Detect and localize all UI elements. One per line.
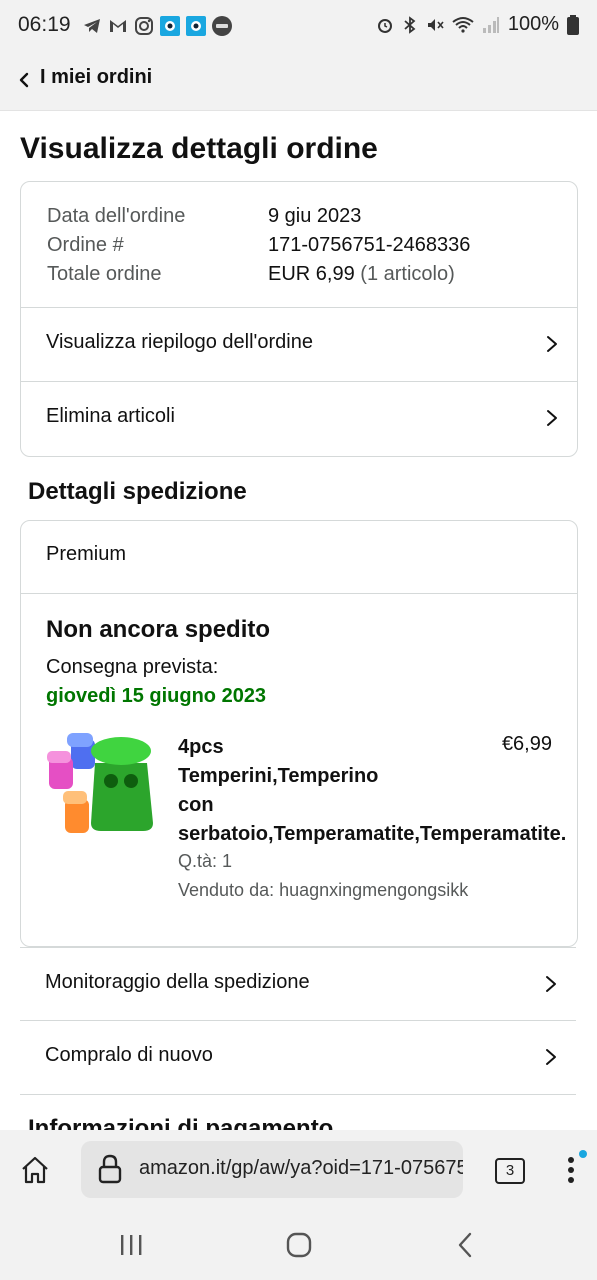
order-number-label: Ordine #	[47, 234, 124, 256]
wifi-icon	[452, 16, 474, 33]
status-time: 06:19	[18, 13, 71, 36]
product-image[interactable]	[45, 729, 157, 839]
address-bar[interactable]: amazon.it/gp/aw/ya?oid=171-0756751	[81, 1141, 463, 1198]
browser-toolbar: amazon.it/gp/aw/ya?oid=171-0756751 3	[0, 1130, 597, 1280]
delete-items-label: Elimina articoli	[46, 405, 175, 427]
buy-again-link[interactable]: Compralo di nuovo	[20, 1020, 576, 1094]
more-icon[interactable]	[558, 1148, 588, 1188]
alarm-icon	[377, 18, 392, 33]
url-text: amazon.it/gp/aw/ya?oid=171-0756751	[139, 1157, 463, 1179]
system-icons: 100%	[376, 13, 579, 36]
order-total-amount: EUR 6,99	[268, 263, 355, 285]
instagram-icon	[135, 17, 153, 35]
pencil-sharpener-image	[47, 733, 153, 833]
wear-icon	[212, 16, 232, 36]
premium-label: Premium	[46, 543, 127, 565]
home-icon[interactable]	[20, 1155, 50, 1185]
mute-icon	[427, 18, 444, 31]
product-seller: Venduto da: huagnxingmengongsikk	[178, 880, 469, 900]
lock-icon	[98, 1154, 122, 1184]
bluetooth-icon	[404, 15, 416, 34]
app-icon	[160, 16, 180, 36]
order-date-label: Data dell'ordine	[47, 205, 186, 227]
back-link[interactable]: I miei ordini	[40, 66, 152, 89]
home-nav-icon[interactable]	[284, 1230, 314, 1260]
product-title-line: con	[178, 794, 214, 816]
view-order-summary-link[interactable]: Visualizza riepilogo dell'ordine	[21, 307, 577, 381]
delivery-label: Consegna prevista:	[46, 656, 219, 678]
delete-items-link[interactable]: Elimina articoli	[21, 381, 577, 455]
product-quantity: Q.tà: 1	[178, 851, 233, 871]
view-order-summary-label: Visualizza riepilogo dell'ordine	[46, 331, 313, 353]
notification-icons	[82, 14, 232, 38]
shipment-card: Premium Non ancora spedito Consegna prev…	[20, 520, 578, 947]
chevron-right-icon	[546, 976, 556, 992]
delivery-date: giovedì 15 giugno 2023	[46, 685, 267, 707]
battery-icon	[567, 14, 579, 35]
shipping-section-title: Dettagli spedizione	[28, 478, 247, 505]
order-summary-card: Data dell'ordine 9 giu 2023 Ordine # 171…	[20, 181, 578, 457]
signal-icon	[482, 16, 499, 33]
order-total-label: Totale ordine	[47, 263, 162, 285]
product-price: €6,99	[501, 733, 552, 755]
gmail-icon	[110, 20, 126, 32]
track-package-label: Monitoraggio della spedizione	[45, 971, 310, 993]
buy-again-label: Compralo di nuovo	[45, 1044, 213, 1066]
nav-header: I miei ordini	[0, 52, 597, 111]
shipment-status: Non ancora spedito	[46, 616, 271, 643]
order-total-value: EUR 6,99 (1 articolo)	[268, 263, 455, 286]
recent-apps-icon[interactable]	[117, 1232, 147, 1258]
chevron-right-icon	[546, 1049, 556, 1065]
order-date-value: 9 giu 2023	[268, 205, 362, 227]
order-number-value: 171-0756751-2468336	[268, 234, 471, 256]
tab-switcher-button[interactable]: 3	[495, 1158, 525, 1184]
chevron-right-icon	[547, 410, 557, 426]
app-icon	[186, 16, 206, 36]
shipment-divider	[21, 593, 577, 594]
order-item-count: (1 articolo)	[360, 263, 455, 285]
battery-percent: 100%	[507, 13, 559, 35]
back-nav-icon[interactable]	[452, 1230, 482, 1260]
payment-divider	[20, 1094, 576, 1095]
chevron-right-icon	[547, 336, 557, 352]
telegram-icon	[84, 19, 100, 33]
track-package-link[interactable]: Monitoraggio della spedizione	[20, 947, 576, 1021]
product-title-line: Temperini,Temperino	[178, 765, 379, 787]
status-bar: 06:19 100%	[0, 0, 597, 52]
page-title: Visualizza dettagli ordine	[20, 132, 378, 165]
product-title-line: serbatoio,Temperamatite,Temperamatite.	[178, 823, 567, 845]
chevron-left-icon[interactable]	[16, 68, 32, 92]
